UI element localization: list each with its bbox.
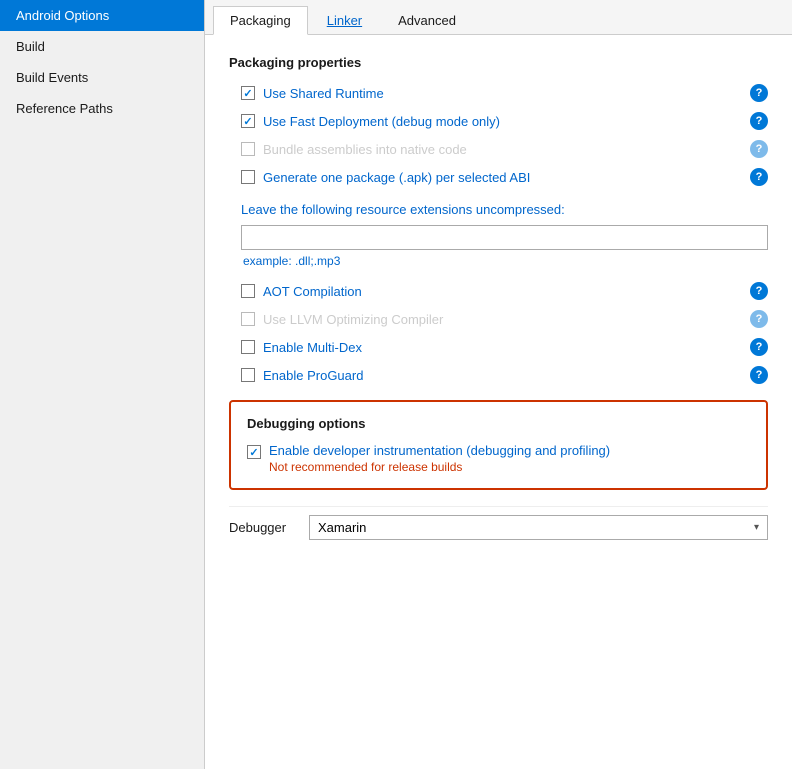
- debugger-row: Debugger Xamarin ▾: [229, 506, 768, 548]
- option-label-enable-multi-dex: Enable Multi-Dex: [263, 340, 742, 355]
- content-area: Packaging properties Use Shared Runtime …: [205, 35, 792, 769]
- sidebar-item-reference-paths[interactable]: Reference Paths: [0, 93, 204, 124]
- debug-option-row: Enable developer instrumentation (debugg…: [247, 443, 750, 474]
- tab-packaging[interactable]: Packaging: [213, 6, 308, 35]
- checkbox-use-fast-deployment[interactable]: [241, 114, 255, 128]
- resource-extensions-section: Leave the following resource extensions …: [241, 202, 768, 268]
- tab-linker[interactable]: Linker: [310, 6, 379, 34]
- debug-option-sublabel: Not recommended for release builds: [269, 460, 610, 474]
- sidebar-item-label: Reference Paths: [16, 101, 113, 116]
- option-use-llvm: Use LLVM Optimizing Compiler ?: [229, 310, 768, 328]
- sidebar-item-label: Android Options: [16, 8, 109, 23]
- option-enable-multi-dex: Enable Multi-Dex ?: [229, 338, 768, 356]
- sidebar-item-build[interactable]: Build: [0, 31, 204, 62]
- option-aot-compilation: AOT Compilation ?: [229, 282, 768, 300]
- debugger-label: Debugger: [229, 520, 309, 535]
- help-icon-generate-package[interactable]: ?: [750, 168, 768, 186]
- help-icon-use-fast-deployment[interactable]: ?: [750, 112, 768, 130]
- option-label-bundle-assemblies: Bundle assemblies into native code: [263, 142, 742, 157]
- packaging-section-title: Packaging properties: [229, 55, 768, 70]
- tab-bar: Packaging Linker Advanced: [205, 0, 792, 35]
- checkbox-enable-multi-dex[interactable]: [241, 340, 255, 354]
- resource-extensions-label: Leave the following resource extensions …: [241, 202, 768, 217]
- debug-section-title: Debugging options: [247, 416, 750, 431]
- checkbox-use-llvm[interactable]: [241, 312, 255, 326]
- option-bundle-assemblies: Bundle assemblies into native code ?: [229, 140, 768, 158]
- sidebar-item-android-options[interactable]: Android Options: [0, 0, 204, 31]
- dropdown-arrow-icon: ▾: [754, 522, 759, 533]
- help-icon-use-llvm[interactable]: ?: [750, 310, 768, 328]
- help-icon-enable-multi-dex[interactable]: ?: [750, 338, 768, 356]
- option-use-fast-deployment: Use Fast Deployment (debug mode only) ?: [229, 112, 768, 130]
- help-icon-enable-proguard[interactable]: ?: [750, 366, 768, 384]
- help-icon-aot-compilation[interactable]: ?: [750, 282, 768, 300]
- debug-option-text: Enable developer instrumentation (debugg…: [269, 443, 610, 474]
- resource-extensions-input[interactable]: [241, 225, 768, 250]
- debugger-select[interactable]: Xamarin ▾: [309, 515, 768, 540]
- sidebar: Android Options Build Build Events Refer…: [0, 0, 205, 769]
- sidebar-item-build-events[interactable]: Build Events: [0, 62, 204, 93]
- help-icon-use-shared-runtime[interactable]: ?: [750, 84, 768, 102]
- option-label-use-llvm: Use LLVM Optimizing Compiler: [263, 312, 742, 327]
- sidebar-item-label: Build: [16, 39, 45, 54]
- checkbox-use-shared-runtime[interactable]: [241, 86, 255, 100]
- option-label-use-shared-runtime: Use Shared Runtime: [263, 86, 742, 101]
- option-use-shared-runtime: Use Shared Runtime ?: [229, 84, 768, 102]
- option-label-enable-proguard: Enable ProGuard: [263, 368, 742, 383]
- tab-advanced[interactable]: Advanced: [381, 6, 473, 34]
- help-icon-bundle-assemblies[interactable]: ?: [750, 140, 768, 158]
- sidebar-item-label: Build Events: [16, 70, 88, 85]
- option-enable-proguard: Enable ProGuard ?: [229, 366, 768, 384]
- resource-example: example: .dll;.mp3: [241, 254, 768, 268]
- checkbox-aot-compilation[interactable]: [241, 284, 255, 298]
- option-label-use-fast-deployment: Use Fast Deployment (debug mode only): [263, 114, 742, 129]
- debugging-options-box: Debugging options Enable developer instr…: [229, 400, 768, 490]
- checkbox-debug-instrumentation[interactable]: [247, 445, 261, 459]
- checkbox-generate-package[interactable]: [241, 170, 255, 184]
- option-generate-package: Generate one package (.apk) per selected…: [229, 168, 768, 186]
- debugger-value: Xamarin: [318, 520, 366, 535]
- main-panel: Packaging Linker Advanced Packaging prop…: [205, 0, 792, 769]
- option-label-aot-compilation: AOT Compilation: [263, 284, 742, 299]
- option-label-generate-package: Generate one package (.apk) per selected…: [263, 170, 742, 185]
- debug-option-label: Enable developer instrumentation (debugg…: [269, 443, 610, 458]
- checkbox-enable-proguard[interactable]: [241, 368, 255, 382]
- checkbox-bundle-assemblies[interactable]: [241, 142, 255, 156]
